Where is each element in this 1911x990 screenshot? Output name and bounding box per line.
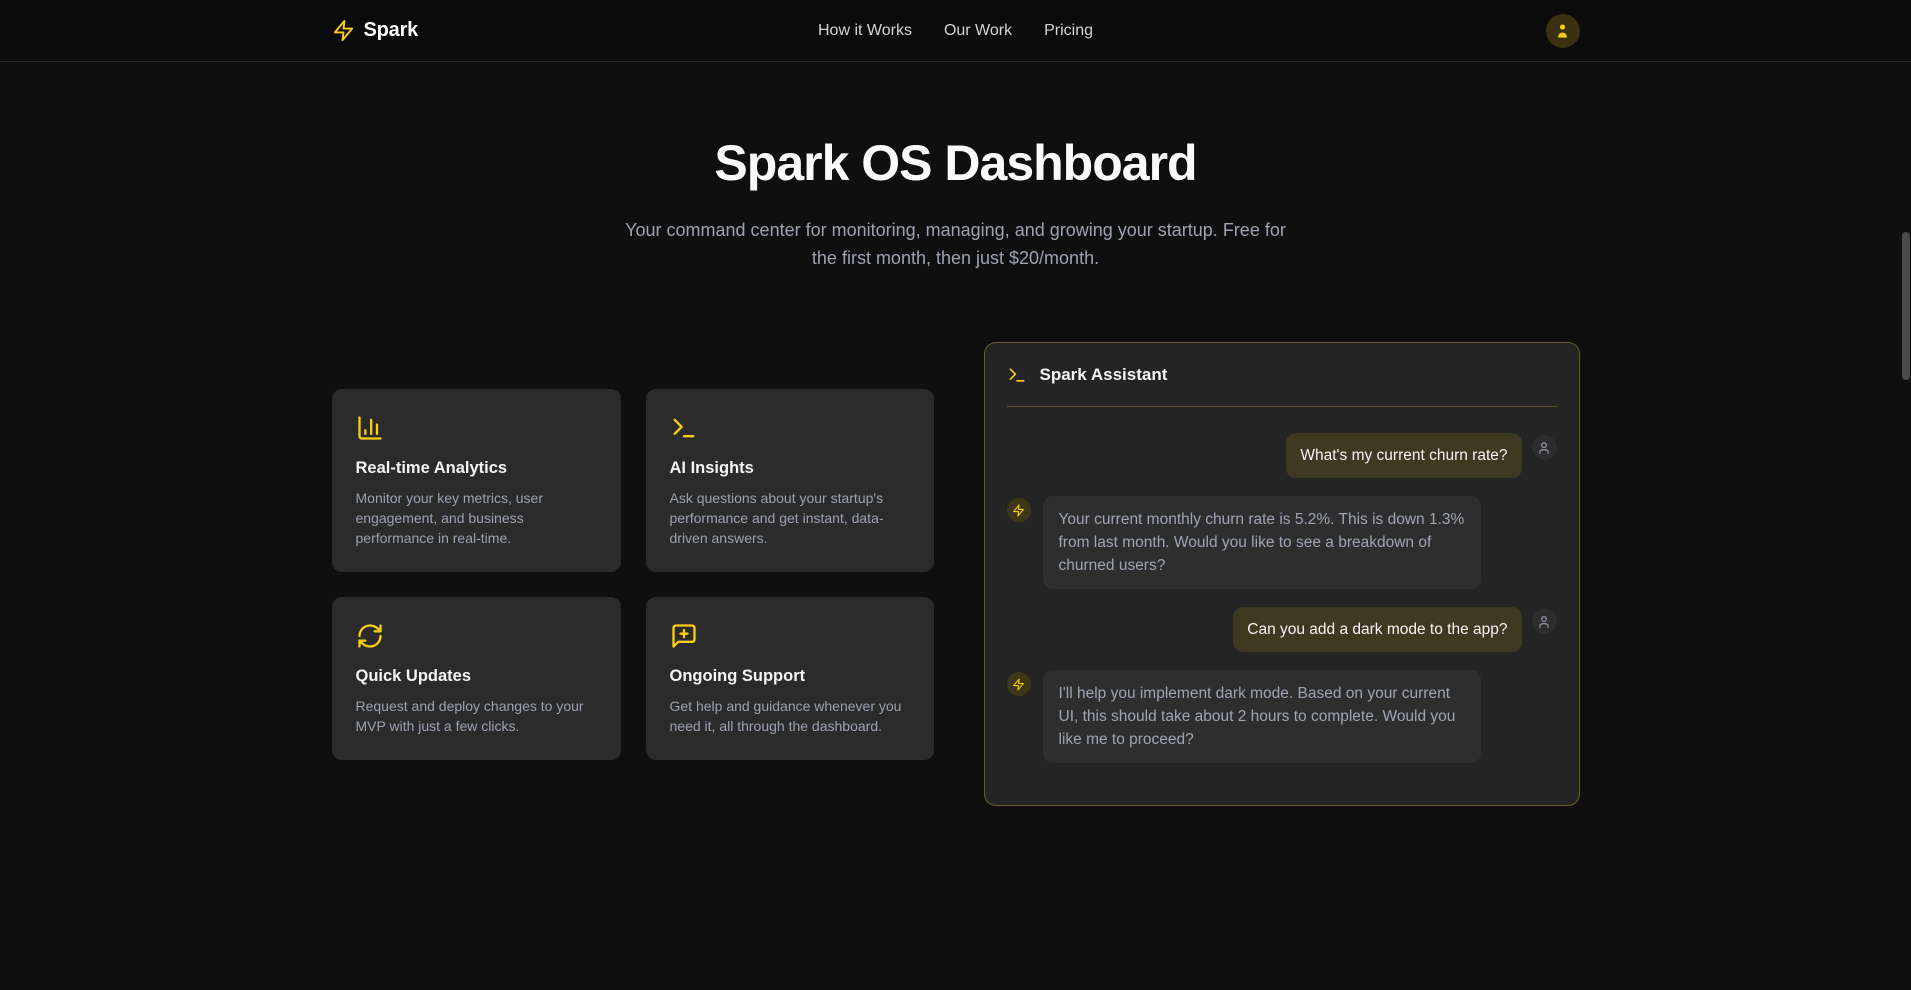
chat-title: Spark Assistant: [1040, 365, 1168, 385]
feature-card-title: Quick Updates: [356, 667, 597, 686]
spark-avatar: [1007, 672, 1031, 696]
feature-card-title: Real-time Analytics: [356, 459, 597, 478]
feature-card-description: Monitor your key metrics, user engagemen…: [356, 488, 597, 548]
feature-card-quick-updates: Quick Updates Request and deploy changes…: [332, 597, 621, 760]
chat-message-assistant: Your current monthly churn rate is 5.2%.…: [1007, 496, 1557, 589]
terminal-icon: [1007, 365, 1027, 385]
user-avatar: [1532, 435, 1557, 460]
zap-icon: [332, 19, 355, 42]
page-subtitle: Your command center for monitoring, mana…: [611, 216, 1301, 272]
feature-card-description: Ask questions about your startup's perfo…: [670, 488, 910, 548]
feature-card-title: Ongoing Support: [670, 667, 910, 686]
chat-message-assistant: I'll help you implement dark mode. Based…: [1007, 670, 1557, 763]
account-avatar-button[interactable]: [1546, 14, 1580, 48]
chat-message-user: What's my current churn rate?: [1007, 433, 1557, 478]
feature-card-grid: Real-time Analytics Monitor your key met…: [332, 389, 934, 760]
assistant-message-bubble: I'll help you implement dark mode. Based…: [1043, 670, 1481, 763]
feature-card-description: Get help and guidance whenever you need …: [670, 696, 910, 736]
feature-card-title: AI Insights: [670, 459, 910, 478]
user-icon: [1537, 441, 1551, 455]
hero-section: Spark OS Dashboard Your command center f…: [0, 62, 1911, 272]
page-title: Spark OS Dashboard: [0, 134, 1911, 192]
brand-logo[interactable]: Spark: [332, 19, 419, 42]
page-scrollbar[interactable]: [1901, 0, 1911, 990]
user-avatar: [1532, 609, 1557, 634]
main-content: Spark OS Dashboard Your command center f…: [0, 62, 1911, 806]
bar-chart-icon: [356, 414, 384, 442]
nav-link-pricing[interactable]: Pricing: [1044, 22, 1093, 40]
feature-card-ongoing-support: Ongoing Support Get help and guidance wh…: [646, 597, 934, 760]
feature-card-ai-insights: AI Insights Ask questions about your sta…: [646, 389, 934, 572]
zap-icon: [1012, 678, 1025, 691]
user-message-bubble: What's my current churn rate?: [1286, 433, 1521, 478]
chat-message-user: Can you add a dark mode to the app?: [1007, 607, 1557, 652]
scrollbar-thumb[interactable]: [1902, 232, 1910, 380]
nav-links: How it Works Our Work Pricing: [818, 0, 1093, 61]
spark-avatar: [1007, 498, 1031, 522]
terminal-icon: [670, 414, 698, 442]
top-nav: Spark How it Works Our Work Pricing: [0, 0, 1911, 62]
nav-container: Spark How it Works Our Work Pricing: [332, 0, 1580, 61]
user-icon: [1554, 22, 1571, 39]
spark-assistant-panel: Spark Assistant What's my current churn …: [984, 342, 1580, 806]
assistant-message-bubble: Your current monthly churn rate is 5.2%.…: [1043, 496, 1481, 589]
chat-header: Spark Assistant: [1007, 363, 1557, 387]
nav-link-our-work[interactable]: Our Work: [944, 22, 1012, 40]
chat-header-divider: [1007, 406, 1557, 407]
refresh-icon: [356, 622, 384, 650]
brand-name: Spark: [364, 19, 419, 42]
zap-icon: [1012, 504, 1025, 517]
feature-card-description: Request and deploy changes to your MVP w…: [356, 696, 597, 736]
message-square-plus-icon: [670, 622, 698, 650]
nav-link-how-it-works[interactable]: How it Works: [818, 22, 912, 40]
chat-message-list: What's my current churn rate? Your curre…: [1007, 433, 1557, 763]
content-row: Real-time Analytics Monitor your key met…: [0, 342, 1911, 806]
user-message-bubble: Can you add a dark mode to the app?: [1233, 607, 1521, 652]
user-icon: [1537, 615, 1551, 629]
feature-card-realtime-analytics: Real-time Analytics Monitor your key met…: [332, 389, 621, 572]
